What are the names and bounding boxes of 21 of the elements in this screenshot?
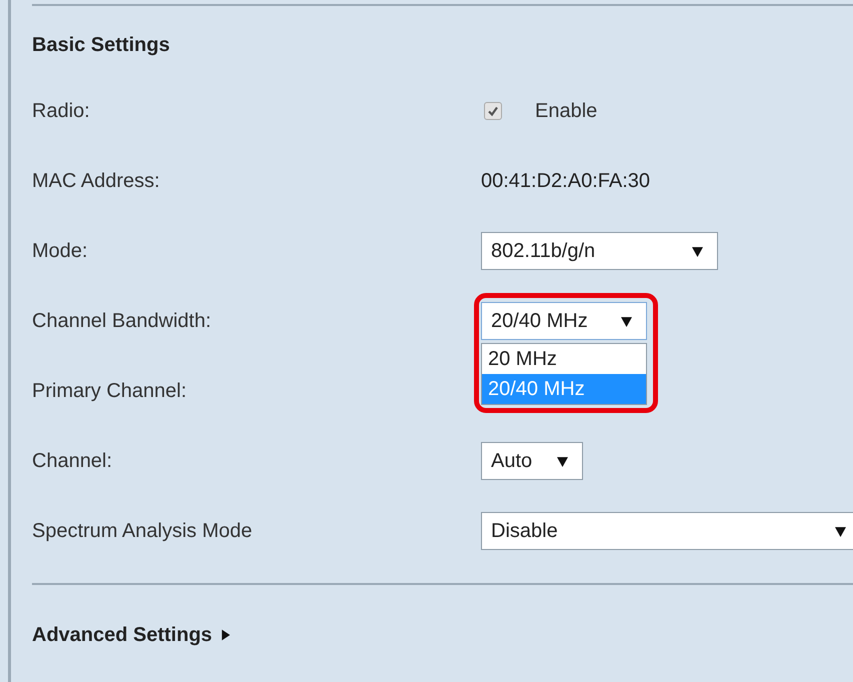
dropdown-select[interactable]: 20/40 MHz [481,302,647,340]
field-label: Channel: [32,450,114,472]
field-label: Spectrum Analysis Mode [32,520,254,542]
field-label: Radio: [32,100,91,122]
dropdown-select[interactable]: 802.11b/g/n [481,232,718,270]
section-heading: Basic Settings [32,33,171,58]
checkbox-label: Enable [535,100,598,122]
dropdown-select[interactable]: Auto [481,442,583,480]
mac-value: 00:41:D2:A0:FA:30 [481,170,650,192]
field-label: Primary Channel: [32,380,188,402]
caret-icon [621,316,632,326]
check-icon [487,105,499,117]
caret-icon [692,246,703,256]
dropdown-select[interactable]: Disable [481,512,853,550]
field-label: MAC Address: [32,170,161,192]
caret-icon [835,526,846,536]
section-toggle[interactable]: Advanced Settings [32,624,230,646]
triangle-icon [221,629,230,641]
field-label: Channel Bandwidth: [32,310,212,332]
field-label: Mode: [32,240,89,262]
caret-icon [557,456,568,466]
